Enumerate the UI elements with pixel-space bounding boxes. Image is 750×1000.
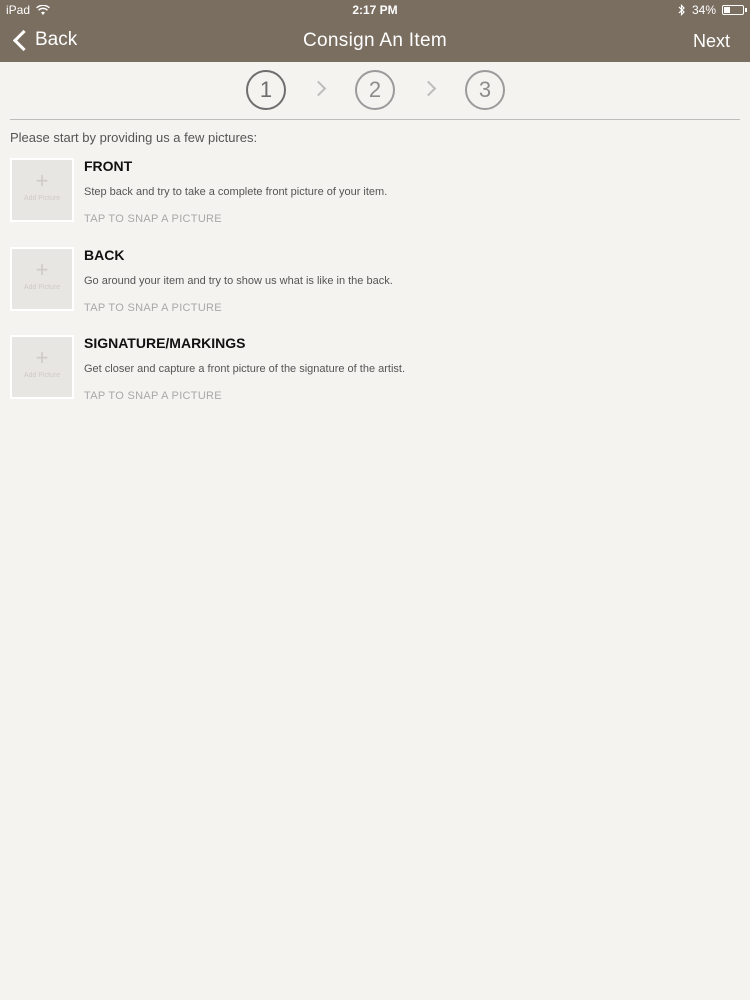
item-description: Step back and try to take a complete fro…: [84, 186, 388, 198]
navigation-bar: Back Consign An Item Next: [0, 20, 750, 62]
item-title: FRONT: [84, 158, 133, 174]
step-3: 3: [465, 70, 505, 110]
status-time: 2:17 PM: [352, 3, 398, 17]
add-picture-thumbnail[interactable]: + Add Picture: [10, 158, 74, 222]
chevron-right-icon: [310, 80, 327, 97]
snap-picture-link[interactable]: TAP TO SNAP A PICTURE: [84, 302, 222, 314]
plus-icon: +: [35, 345, 49, 370]
bluetooth-icon: [678, 4, 685, 16]
item-title: BACK: [84, 247, 125, 263]
step-2: 2: [355, 70, 395, 110]
next-button[interactable]: Next: [693, 31, 730, 52]
item-title: SIGNATURE/MARKINGS: [84, 335, 246, 351]
battery-level: [724, 7, 731, 13]
step-indicator: 1 2 3: [0, 70, 750, 112]
divider: [10, 119, 740, 120]
battery-icon: [722, 5, 747, 15]
chevron-right-icon: [420, 80, 437, 97]
step-1: 1: [246, 70, 286, 110]
plus-icon: +: [35, 257, 49, 282]
page-title: Consign An Item: [303, 30, 447, 51]
battery-percent: 34%: [691, 3, 716, 17]
status-bar: iPad 2:17 PM 34%: [0, 0, 750, 20]
thumbnail-label: Add Picture: [23, 284, 61, 291]
thumbnail-label: Add Picture: [23, 195, 61, 202]
plus-icon: +: [35, 168, 49, 193]
add-picture-thumbnail[interactable]: + Add Picture: [10, 247, 74, 311]
item-description: Get closer and capture a front picture o…: [84, 363, 406, 375]
add-picture-thumbnail[interactable]: + Add Picture: [10, 335, 74, 399]
intro-text: Please start by providing us a few pictu…: [10, 130, 258, 145]
thumbnail-label: Add Picture: [23, 372, 61, 379]
snap-picture-link[interactable]: TAP TO SNAP A PICTURE: [84, 390, 222, 402]
snap-picture-link[interactable]: TAP TO SNAP A PICTURE: [84, 213, 222, 225]
item-description: Go around your item and try to show us w…: [84, 275, 393, 287]
top-bar: iPad 2:17 PM 34% Back Consign An Item Ne…: [0, 0, 750, 62]
